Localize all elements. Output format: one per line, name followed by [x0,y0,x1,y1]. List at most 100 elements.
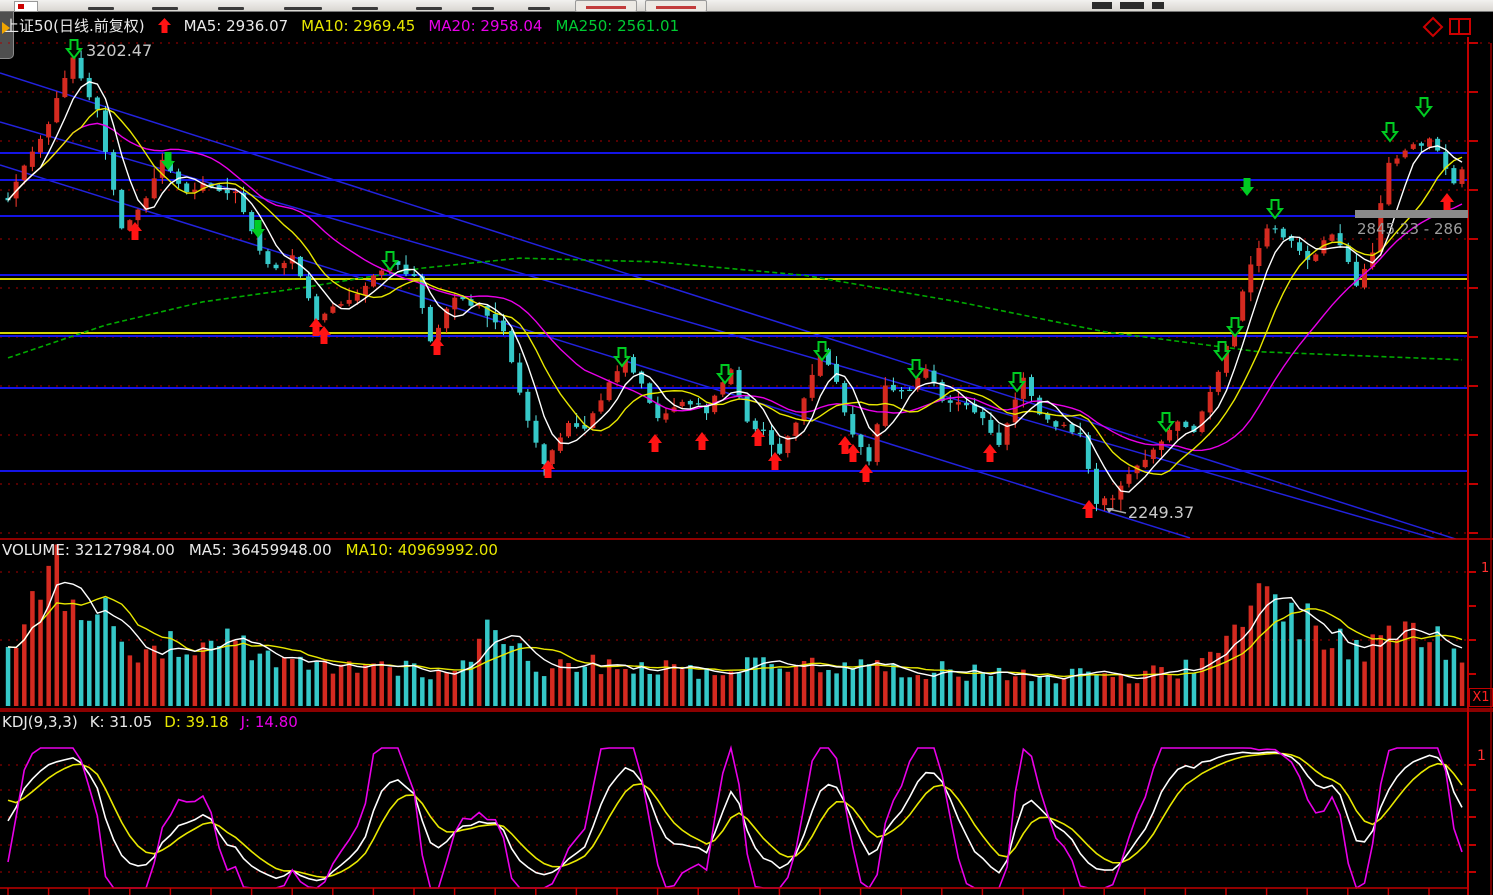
trading-app-window: 上证50(日线.前复权) MA5: 2936.07 MA10: 2969.45 … [0,0,1493,895]
volume-bar [1435,626,1440,706]
kdj-header: KDJ(9,3,3) K: 31.05 D: 39.18 J: 14.80 [2,713,298,731]
candlestick [371,275,376,286]
volume-bar [1338,629,1343,706]
volume-bar [1354,640,1359,706]
volume-bar [185,654,190,706]
volume-bar [1094,675,1099,706]
volume-bar [1021,670,1025,706]
volume-bar [1314,626,1319,706]
volume-axis-cut-label: 1 [1481,561,1489,576]
volume-bar [46,566,51,706]
candlestick [30,152,35,167]
candlestick [574,423,579,427]
volume-bar [160,658,165,706]
candlestick [1435,139,1440,151]
volume-bar [1224,636,1229,706]
volume-bar [258,654,263,706]
candlestick [1151,450,1156,459]
volume-bar [574,672,579,706]
volume-bar [420,677,425,706]
volume-bar [566,663,571,706]
volume-bar [1159,667,1164,706]
candlestick [249,212,254,231]
x1-zoom-badge[interactable]: X1 [1469,688,1493,707]
sell-hollow-arrow-icon [67,40,81,58]
volume-bar [347,661,352,706]
volume-panel[interactable] [6,545,1465,706]
volume-bar [648,674,653,706]
volume-bar [501,644,506,706]
kdj-panel[interactable] [8,748,1462,888]
kdj-k-value: K: 31.05 [90,713,153,731]
volume-bar [136,663,141,706]
volume-bar [79,620,84,706]
red-up-arrow-icon [158,18,171,33]
volume-bar [1111,677,1116,706]
volume-bar [436,670,441,706]
candlestick [550,450,555,464]
volume-bar [444,673,449,706]
volume-bar [1330,648,1335,706]
ma5-line [8,82,1462,492]
candlestick [858,435,863,447]
candlestick [907,390,912,391]
volume-bar [834,673,839,706]
buy-arrow-icon [859,464,873,482]
volume-bar [891,664,896,706]
candlestick [598,400,603,411]
volume-bar [1419,647,1424,706]
volume-bar [1135,683,1140,706]
volume-bar [883,671,888,706]
candlestick [1403,151,1408,158]
candlestick [1159,441,1164,450]
kdj-d-value: D: 39.18 [164,713,228,731]
candlestick [233,191,238,193]
candlestick [850,414,855,434]
candlestick [1200,411,1205,432]
volume-bar [30,591,35,706]
volume-bar [314,662,319,706]
candlestick [452,298,457,310]
candlestick [680,402,685,406]
volume-bar [428,679,433,706]
volume-ma5: MA5: 36459948.00 [189,541,332,559]
volume-bar [1362,662,1367,706]
candlestick [379,271,384,276]
chart-title-row: 上证50(日线.前复权) MA5: 2936.07 MA10: 2969.45 … [4,15,679,36]
volume-bar [371,663,376,706]
candlestick [22,166,27,181]
candlestick [1297,242,1302,251]
candlestick [793,423,798,436]
volume-bar [217,646,222,706]
ma20-value: MA20: 2958.04 [428,17,542,35]
candlestick [1053,421,1058,427]
buy-arrow-icon [1082,500,1096,518]
candlestick [314,296,319,320]
candlestick [509,331,514,362]
volume-bar [1249,606,1254,706]
candlestick [1061,425,1066,426]
volume-bar [193,655,198,706]
volume-bar [1062,678,1067,706]
volume-bar [794,666,799,706]
candlestick [62,78,67,97]
candlestick [1110,498,1115,499]
volume-bar [225,629,230,706]
diamond-icon[interactable] [1424,18,1442,36]
candlestick [135,210,140,220]
candlestick [996,433,1001,445]
gridlines [0,43,1493,872]
volume-bar [802,661,807,706]
volume-bar [266,651,271,706]
volume-bar [1184,660,1189,706]
candlestick [1143,460,1148,467]
volume-bar [363,664,368,706]
price-panel[interactable] [0,51,1493,551]
candlestick [533,421,538,443]
chart-canvas[interactable] [0,0,1493,895]
candlestick [1330,234,1335,240]
sell-hollow-arrow-icon [1383,123,1397,141]
volume-bar [120,642,125,706]
volume-ma10: MA10: 40969992.00 [346,541,498,559]
volume-bar [956,677,961,706]
